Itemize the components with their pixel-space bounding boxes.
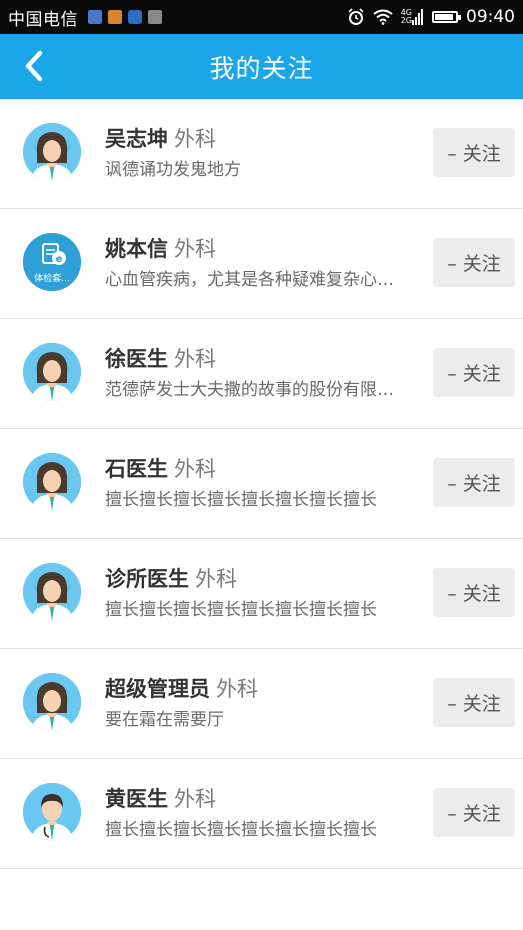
list-item[interactable]: 超级管理员 外科 要在霜在需要厅 – 关注: [0, 649, 523, 759]
svg-text:e: e: [56, 254, 63, 265]
doctor-specialty: 擅长擅长擅长擅长擅长擅长擅长擅长: [105, 600, 377, 620]
doctor-name: 姚本信: [105, 237, 168, 261]
doctor-department: 外科: [174, 457, 216, 481]
unfollow-button[interactable]: – 关注: [433, 568, 515, 617]
signal-icon: 4G 2G: [401, 9, 424, 25]
page-title: 我的关注: [209, 53, 314, 83]
doctor-name: 黄医生: [105, 787, 168, 811]
doctor-name-line: 姚本信 外科: [105, 233, 216, 263]
list-item[interactable]: 吴志坤 外科 讽德诵功发鬼地方 – 关注: [0, 99, 523, 209]
doctor-name: 石医生: [105, 457, 168, 481]
doctor-specialty: 心血管疾病，尤其是各种疑难复杂心血管疾病: [105, 270, 405, 290]
followed-doctor-list: 吴志坤 外科 讽德诵功发鬼地方 – 关注 e 体检套... 姚本信 外科 心血管疾病…: [0, 99, 523, 869]
female-doctor-avatar: [23, 673, 81, 731]
doctor-name: 吴志坤: [105, 127, 168, 151]
unfollow-button[interactable]: – 关注: [433, 128, 515, 177]
back-button[interactable]: [14, 46, 54, 86]
female-doctor-avatar: [23, 453, 81, 511]
doctor-name-line: 超级管理员 外科: [105, 673, 258, 703]
status-right: 4G 2G 09:40: [347, 7, 515, 27]
app-notification-icon: [88, 10, 102, 24]
doctor-department: 外科: [174, 127, 216, 151]
doctor-name-line: 诊所医生 外科: [105, 563, 237, 593]
male-doctor-avatar: [23, 783, 81, 841]
clock: 09:40: [466, 7, 515, 27]
doctor-name-line: 吴志坤 外科: [105, 123, 216, 153]
doctor-name-line: 黄医生 外科: [105, 783, 216, 813]
avatar-label: 体检套...: [34, 274, 70, 284]
exam-avatar: e 体检套...: [23, 233, 81, 291]
doctor-specialty: 擅长擅长擅长擅长擅长擅长擅长擅长: [105, 490, 377, 510]
unfollow-button[interactable]: – 关注: [433, 348, 515, 397]
carrier-label: 中国电信: [8, 9, 78, 30]
unfollow-button[interactable]: – 关注: [433, 238, 515, 287]
female-doctor-avatar: [23, 563, 81, 621]
alarm-icon: [347, 8, 365, 26]
doctor-department: 外科: [216, 677, 258, 701]
network-type-bottom: 2G: [400, 16, 412, 25]
doctor-department: 外科: [174, 787, 216, 811]
doctor-name: 徐医生: [105, 347, 168, 371]
list-item[interactable]: 黄医生 外科 擅长擅长擅长擅长擅长擅长擅长擅长 – 关注: [0, 759, 523, 869]
doctor-name: 诊所医生: [105, 567, 189, 591]
app-notification-icon: [108, 10, 122, 24]
doctor-specialty: 范德萨发士大夫撒的故事的股份有限公司: [105, 380, 405, 400]
doctor-name: 超级管理员: [105, 677, 210, 701]
doctor-specialty: 擅长擅长擅长擅长擅长擅长擅长擅长: [105, 820, 377, 840]
list-item[interactable]: 石医生 外科 擅长擅长擅长擅长擅长擅长擅长擅长 – 关注: [0, 429, 523, 539]
doctor-name-line: 石医生 外科: [105, 453, 216, 483]
chevron-left-icon: [25, 50, 43, 82]
list-item[interactable]: e 体检套... 姚本信外科 心血管疾病，尤其是各种疑难复杂心血管疾病 – 关注: [0, 209, 523, 319]
doctor-department: 外科: [174, 347, 216, 371]
list-item[interactable]: 徐医生 外科 范德萨发士大夫撒的故事的股份有限公司 – 关注: [0, 319, 523, 429]
doctor-name-line: 徐医生 外科: [105, 343, 216, 373]
unfollow-button[interactable]: – 关注: [433, 458, 515, 507]
status-bar: 中国电信 4G 2G 09:40: [0, 0, 523, 34]
header-bar: 我的关注: [0, 34, 523, 99]
unfollow-button[interactable]: – 关注: [433, 678, 515, 727]
female-doctor-avatar: [23, 343, 81, 401]
battery-icon: [432, 11, 461, 23]
doctor-specialty: 讽德诵功发鬼地方: [105, 160, 241, 180]
doctor-department: 外科: [195, 567, 237, 591]
female-doctor-avatar: [23, 123, 81, 181]
unfollow-button[interactable]: – 关注: [433, 788, 515, 837]
notification-icons: [88, 10, 162, 24]
wifi-icon: [373, 9, 393, 25]
list-item[interactable]: 诊所医生 外科 擅长擅长擅长擅长擅长擅长擅长擅长 – 关注: [0, 539, 523, 649]
app-notification-icon: [128, 10, 142, 24]
doctor-specialty: 要在霜在需要厅: [105, 710, 224, 730]
app-notification-icon: [148, 10, 162, 24]
doctor-department: 外科: [174, 237, 216, 261]
